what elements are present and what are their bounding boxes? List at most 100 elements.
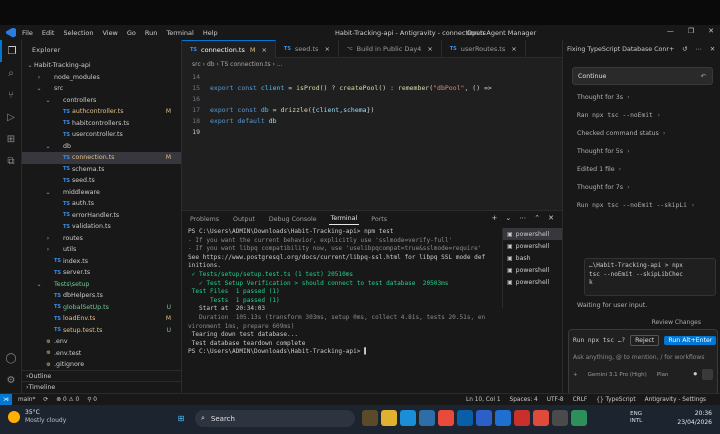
ports-indicator[interactable]: ⚲ 0 [87, 397, 97, 403]
maximize-button[interactable]: ❐ [688, 27, 694, 35]
editor-tab[interactable]: ⌥ Build in Public Day4 × [339, 40, 442, 58]
problems-indicator[interactable]: ⊗ 0 ⚠ 0 [56, 397, 79, 403]
tree-item[interactable]: ⌄ Tests\setup [22, 279, 181, 291]
store-icon[interactable] [419, 410, 435, 426]
terminal-instance[interactable]: ▣ powershell [503, 265, 562, 277]
close-tab-icon[interactable]: × [511, 45, 516, 53]
breadcrumb[interactable]: src › db › TS connection.ts › ... [182, 58, 562, 70]
tree-item[interactable]: TS authcontroller.ts M [22, 106, 181, 118]
account-icon[interactable]: ◯ [0, 347, 22, 369]
remote-icon[interactable]: ⋊ [0, 393, 12, 406]
workspace-root[interactable]: ⌄ Habit-Tracking-api [22, 60, 181, 72]
tree-item[interactable]: › routes [22, 233, 181, 245]
editor-tab[interactable]: TS connection.ts M × [182, 40, 276, 58]
tree-item[interactable]: TS index.ts [22, 256, 181, 268]
encoding-setting[interactable]: UTF-8 [547, 397, 564, 403]
agent-step[interactable]: Ran npx tsc --noEmit › [577, 112, 717, 119]
close-tab-icon[interactable]: × [427, 45, 432, 53]
taskview-icon[interactable] [362, 410, 378, 426]
outline-section[interactable]: › Outline [22, 370, 182, 381]
terminal-instance[interactable]: ▣ powershell [503, 228, 562, 241]
cursor-position[interactable]: Ln 10, Col 1 [466, 397, 501, 403]
tree-item[interactable]: ⌄ db [22, 141, 181, 153]
language-indicator[interactable]: ENG INTL [630, 411, 642, 425]
agent-step[interactable]: Checked command status › [577, 130, 717, 137]
app-red-icon[interactable] [533, 410, 549, 426]
menu-item-selection[interactable]: Selection [63, 29, 93, 37]
tree-item[interactable]: ⌄ controllers [22, 95, 181, 107]
edge-icon[interactable] [400, 410, 416, 426]
run-button[interactable]: Run Alt+Enter [664, 336, 717, 345]
maximize-panel-icon[interactable]: ⌃ [534, 214, 540, 222]
tree-item[interactable]: TS validation.ts [22, 221, 181, 233]
panel-tab-ports[interactable]: Ports [369, 214, 389, 225]
menu-item-help[interactable]: Help [203, 29, 218, 37]
menu-item-file[interactable]: File [22, 29, 33, 37]
weather-widget[interactable]: 35°C Mostly cloudy [8, 409, 66, 425]
close-tab-icon[interactable]: × [324, 45, 329, 53]
app-l-icon[interactable] [514, 410, 530, 426]
source-control-icon[interactable]: ⑂ [0, 84, 22, 106]
tree-item[interactable]: TS loadEnv.ts M [22, 313, 181, 325]
tree-item[interactable]: › node_modules [22, 72, 181, 84]
extensions-icon[interactable]: ⊞ [0, 128, 22, 150]
language-mode[interactable]: {} TypeScript [596, 397, 635, 403]
branch-indicator[interactable]: main* [18, 397, 35, 403]
agent-step[interactable]: Thought for 5s › [577, 148, 717, 155]
close-tab-icon[interactable]: × [261, 46, 266, 54]
tree-item[interactable]: TS connection.ts M [22, 152, 181, 164]
terminal-instance[interactable]: ▣ bash [503, 252, 562, 264]
review-changes-button[interactable]: Review Changes [652, 319, 701, 326]
tree-item[interactable]: ⚙ .env.test [22, 348, 181, 360]
eol-setting[interactable]: CRLF [573, 397, 588, 403]
add-context-button[interactable]: + [573, 372, 578, 378]
app-gray-icon[interactable] [552, 410, 568, 426]
tree-item[interactable]: TS dbHelpers.ts [22, 290, 181, 302]
model-selector[interactable]: Gemini 3.1 Pro (High) [588, 372, 647, 378]
minimize-button[interactable]: — [667, 27, 674, 35]
vscode-icon[interactable] [495, 410, 511, 426]
agent-step[interactable]: Run npx tsc --noEmit --skipLi › [577, 202, 717, 209]
windows-start-icon[interactable]: ⊞ [172, 409, 190, 427]
undo-icon[interactable]: ↶ [701, 73, 706, 80]
tree-item[interactable]: TS globalSetUp.ts U [22, 302, 181, 314]
more-actions-icon[interactable]: ⋯ [519, 214, 526, 222]
terminal-dropdown-icon[interactable]: ⌄ [505, 214, 511, 222]
remote-icon[interactable]: ⧉ [0, 150, 22, 172]
timeline-section[interactable]: › Timeline [22, 381, 182, 392]
agent-step[interactable]: Thought for 3s › [577, 94, 717, 101]
run-debug-icon[interactable]: ▷ [0, 106, 22, 128]
panel-tab-debug-console[interactable]: Debug Console [267, 214, 319, 225]
tree-item[interactable]: TS habitcontrollers.ts [22, 118, 181, 130]
antigravity-settings[interactable]: Antigravity - Settings [645, 397, 706, 403]
close-button[interactable]: ✕ [708, 27, 714, 35]
photos-icon[interactable] [457, 410, 473, 426]
tree-item[interactable]: TS seed.ts [22, 175, 181, 187]
terminal-instance[interactable]: ▣ powershell [503, 240, 562, 252]
menu-item-edit[interactable]: Edit [42, 29, 55, 37]
panel-tab-output[interactable]: Output [231, 214, 257, 225]
tree-item[interactable]: TS schema.ts [22, 164, 181, 176]
menu-item-view[interactable]: View [102, 29, 117, 37]
menu-item-terminal[interactable]: Terminal [166, 29, 193, 37]
tree-item[interactable]: ⚙ .env [22, 336, 181, 348]
explorer-icon[interactable]: ❐ [0, 40, 22, 62]
new-terminal-icon[interactable]: + [492, 214, 498, 222]
settings-gear-icon[interactable]: ⚙ [0, 369, 22, 391]
editor-tab[interactable]: TS userRoutes.ts × [442, 40, 526, 58]
tree-item[interactable]: TS setup.test.ts U [22, 325, 181, 337]
antigravity-icon[interactable] [476, 410, 492, 426]
chat-input[interactable]: Ask anything, @ to mention, / for workfl… [573, 354, 704, 361]
tree-item[interactable]: ⚙ .gitignore [22, 359, 181, 371]
tree-item[interactable]: ⌄ src [22, 83, 181, 95]
send-button[interactable] [702, 369, 713, 380]
editor-tab[interactable]: TS seed.ts × [276, 40, 339, 58]
terminal-output[interactable]: PS C:\Users\ADMIN\Downloads\Habit-Tracki… [188, 228, 496, 394]
chat-actions-icon[interactable]: + ↺ ⋯ ✕ [669, 46, 718, 53]
chrome-icon[interactable] [438, 410, 454, 426]
continue-button[interactable]: Continue ↶ [572, 67, 713, 85]
agent-manager-button[interactable]: Open Agent Manager [467, 29, 536, 37]
terminal-instance[interactable]: ▣ powershell [503, 277, 562, 289]
tree-item[interactable]: TS usercontroller.ts [22, 129, 181, 141]
sync-icon[interactable]: ⟳ [43, 397, 48, 403]
